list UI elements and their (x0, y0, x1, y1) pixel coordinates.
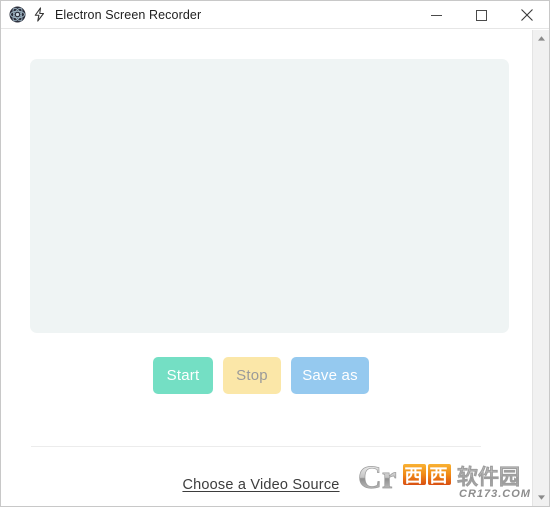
scrollbar-track[interactable] (533, 47, 549, 489)
start-button[interactable]: Start (153, 357, 213, 394)
lightning-bolt-icon (32, 7, 47, 22)
maximize-button[interactable] (459, 1, 504, 29)
vertical-scrollbar[interactable] (532, 30, 549, 506)
app-window: Electron Screen Recorder Start Stop Save… (0, 0, 550, 507)
main-content: Start Stop Save as Choose a Video Source (1, 29, 549, 506)
window-title: Electron Screen Recorder (55, 7, 202, 22)
video-preview-area[interactable] (30, 59, 509, 333)
window-controls (414, 1, 549, 29)
stop-button[interactable]: Stop (223, 357, 281, 394)
scroll-up-arrow-icon[interactable] (533, 30, 549, 47)
choose-video-source-link[interactable]: Choose a Video Source (182, 477, 339, 493)
close-button[interactable] (504, 1, 549, 29)
recorder-controls: Start Stop Save as (1, 357, 521, 394)
minimize-button[interactable] (414, 1, 459, 29)
save-as-button[interactable]: Save as (291, 357, 369, 394)
section-divider (31, 446, 481, 447)
scroll-down-arrow-icon[interactable] (533, 489, 549, 506)
electron-atom-icon (9, 6, 26, 23)
video-source-row: Choose a Video Source (1, 476, 521, 494)
title-bar: Electron Screen Recorder (1, 1, 549, 29)
